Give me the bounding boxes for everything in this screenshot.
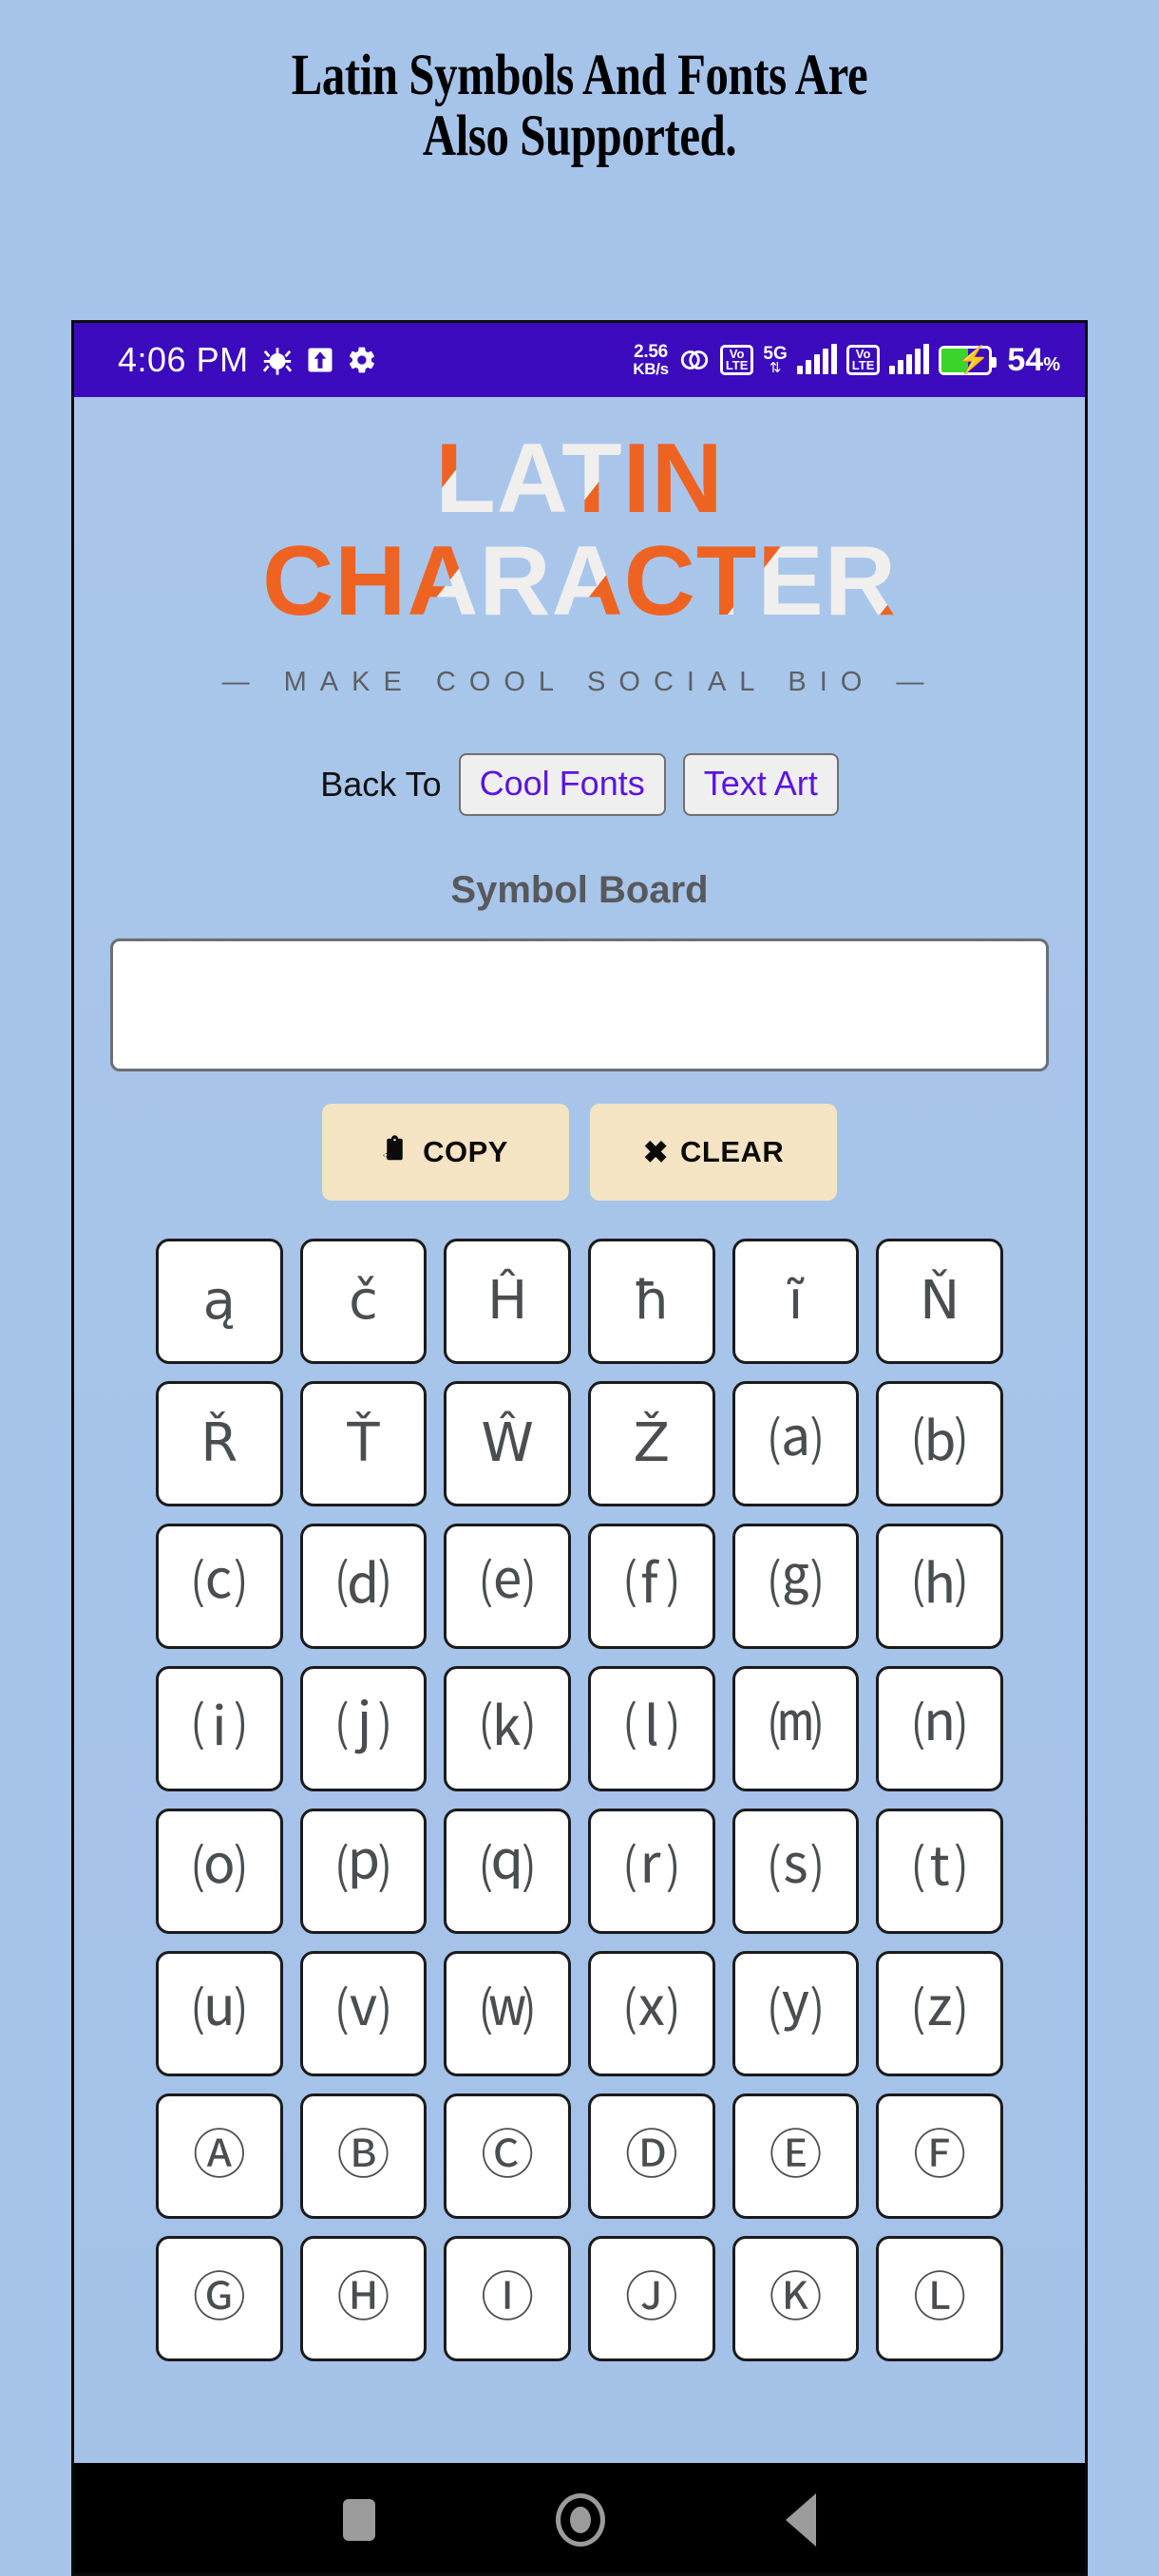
status-bar-right: 2.56 KB/s Vo LTE 5G ⇅ Vo LTE ⚡ 54% xyxy=(633,342,1060,379)
data-transfer-arrows-icon: ⇅ xyxy=(769,360,782,376)
symbol-tile[interactable]: ⒵ xyxy=(876,1950,1003,2076)
gear-icon xyxy=(347,345,377,375)
symbol-tile[interactable]: Ň xyxy=(876,1238,1003,1364)
home-button-icon[interactable] xyxy=(556,2492,605,2547)
network-speed-value: 2.56 xyxy=(634,342,668,362)
symbol-tile[interactable]: ⒡ xyxy=(588,1523,715,1649)
signal-bars-icon-1 xyxy=(796,344,837,374)
banner-heading: Latin Symbols And Fonts Are Also Support… xyxy=(0,0,1159,167)
text-art-button[interactable]: Text Art xyxy=(682,753,839,816)
volte-icon-1: Vo LTE xyxy=(719,345,754,375)
symbol-tile[interactable]: ⒣ xyxy=(876,1523,1003,1649)
symbol-tile[interactable]: Ⓗ xyxy=(299,2235,428,2361)
symbol-tile[interactable]: Ž xyxy=(588,1380,715,1506)
network-type-5g-indicator: 5G ⇅ xyxy=(763,345,787,375)
symbol-tile[interactable]: ⒰ xyxy=(156,1950,283,2076)
symbol-board-input[interactable] xyxy=(110,938,1049,1071)
symbol-tile[interactable]: Ĥ xyxy=(444,1238,571,1364)
symbol-tile[interactable]: Ⓘ xyxy=(444,2235,571,2361)
symbol-board-heading: Symbol Board xyxy=(450,868,709,911)
back-to-navigation: Back To Cool Fonts Text Art xyxy=(74,753,1085,816)
signal-bars-icon-2 xyxy=(889,344,930,374)
symbol-tile[interactable]: Ⓒ xyxy=(444,2093,571,2219)
status-bar: 4:06 PM 2.56 KB/s Vo LTE 5G ⇅ Vo LTE ⚡ 5… xyxy=(74,323,1085,397)
symbol-tile[interactable]: ⒩ xyxy=(876,1665,1003,1791)
symbol-tile[interactable]: ⒯ xyxy=(876,1808,1003,1934)
symbol-tile[interactable]: Ⓔ xyxy=(732,2093,860,2219)
recent-apps-button-icon[interactable] xyxy=(343,2498,375,2541)
symbol-tile[interactable]: č xyxy=(299,1238,428,1364)
android-navigation-bar xyxy=(74,2463,1085,2573)
clear-button-label: CLEAR xyxy=(680,1134,785,1168)
symbol-tile[interactable]: ⒴ xyxy=(732,1950,860,2076)
app-content: LATIN CHARACTER — MAKE COOL SOCIAL BIO —… xyxy=(74,397,1085,2463)
board-actions: COPY ✖ CLEAR xyxy=(74,1103,1085,1201)
network-speed-indicator: 2.56 KB/s xyxy=(633,343,669,377)
battery-charging-icon: ⚡ xyxy=(939,345,998,375)
hero-title-line-2: CHARACTER xyxy=(74,532,1085,631)
symbol-tile[interactable]: ⒜ xyxy=(732,1380,860,1506)
symbol-tile[interactable]: ⒥ xyxy=(299,1665,428,1791)
symbol-tile[interactable]: ⒤ xyxy=(156,1665,283,1791)
symbol-tile[interactable]: ⒠ xyxy=(444,1523,571,1649)
battery-percent-label: 54% xyxy=(1007,341,1060,378)
app-tagline: — MAKE COOL SOCIAL BIO — xyxy=(221,667,938,697)
sync-circles-icon xyxy=(678,344,711,376)
symbol-grid: ą č Ĥħ ĩ Ň Ř Ť Ŵ Ž ⒜ ⒝ ⒞ ⒟ ⒠ ⒡ ⒢ ⒣ ⒤ ⒥ ⒦ ⒧ ⒨ ⒩ ⒪ ⒫ ⒬ ⒭ ⒮ ⒯ ⒰ ⒱ ⒲ ⒳ ⒴ ⒵ Ⓐ Ⓑ Ⓒ Ⓓ… xyxy=(74,1238,1085,2361)
clipboard-paste-icon xyxy=(383,1134,411,1169)
symbol-tile[interactable]: ⒲ xyxy=(444,1950,571,2076)
symbol-tile[interactable]: ⒢ xyxy=(732,1523,860,1649)
symbol-tile[interactable]: Ⓕ xyxy=(876,2093,1003,2219)
symbol-tile[interactable]: Ⓐ xyxy=(156,2093,283,2219)
symbol-tile[interactable]: ⒭ xyxy=(588,1808,715,1934)
bug-icon xyxy=(261,344,294,376)
symbol-tile[interactable]: Ⓑ xyxy=(299,2093,428,2219)
symbol-tile[interactable]: Ř xyxy=(156,1380,283,1506)
symbol-tile[interactable]: ĩ xyxy=(732,1238,860,1364)
back-button-icon[interactable] xyxy=(786,2492,816,2547)
symbol-tile[interactable]: ⒮ xyxy=(732,1808,860,1934)
hero-title-line-1: LATIN xyxy=(74,429,1085,528)
symbol-tile[interactable]: ⒟ xyxy=(299,1523,428,1649)
symbol-tile[interactable]: ⒞ xyxy=(156,1523,283,1649)
copy-button-label: COPY xyxy=(423,1134,508,1168)
symbol-tile[interactable]: ⒫ xyxy=(299,1808,428,1934)
symbol-tile[interactable]: ⒳ xyxy=(588,1950,715,2076)
symbol-tile[interactable]: Ⓚ xyxy=(732,2235,860,2361)
symbol-tile[interactable]: Ⓛ xyxy=(876,2235,1003,2361)
phone-frame: 4:06 PM 2.56 KB/s Vo LTE 5G ⇅ Vo LTE ⚡ 5… xyxy=(71,320,1088,2576)
network-speed-unit: KB/s xyxy=(633,360,669,378)
clear-button[interactable]: ✖ CLEAR xyxy=(590,1103,837,1201)
symbol-tile[interactable]: ⒝ xyxy=(876,1380,1003,1506)
symbol-tile[interactable]: Ⓙ xyxy=(588,2235,715,2361)
copy-button[interactable]: COPY xyxy=(322,1103,569,1201)
symbol-tile[interactable]: ⒨ xyxy=(732,1665,860,1791)
status-bar-clock: 4:06 PM xyxy=(118,340,249,379)
status-bar-left: 4:06 PM xyxy=(118,340,377,380)
symbol-tile[interactable]: ⒱ xyxy=(299,1950,428,2076)
symbol-tile[interactable]: ⒦ xyxy=(444,1665,571,1791)
symbol-tile[interactable]: ħ xyxy=(588,1238,715,1364)
symbol-tile[interactable]: ⒪ xyxy=(156,1808,283,1934)
volte-icon-2: Vo LTE xyxy=(846,345,881,375)
symbol-tile[interactable]: Ť xyxy=(299,1380,428,1506)
banner-title-line-2: Also Supported. xyxy=(422,104,737,169)
symbol-tile[interactable]: Ŵ xyxy=(444,1380,571,1506)
symbol-tile[interactable]: ⒧ xyxy=(588,1665,715,1791)
symbol-tile[interactable]: Ⓖ xyxy=(156,2235,283,2361)
screenshot-root: Latin Symbols And Fonts Are Also Support… xyxy=(0,0,1159,2576)
app-hero-title: LATIN CHARACTER xyxy=(74,397,1085,631)
back-to-label: Back To xyxy=(320,764,442,804)
banner-title-line-1: Latin Symbols And Fonts Are xyxy=(291,44,868,107)
symbol-tile[interactable]: ⒬ xyxy=(444,1808,571,1934)
cool-fonts-button[interactable]: Cool Fonts xyxy=(458,753,666,816)
close-x-icon: ✖ xyxy=(642,1134,670,1169)
symbol-tile[interactable]: Ⓓ xyxy=(588,2093,715,2219)
symbol-tile[interactable]: ą xyxy=(156,1238,283,1364)
upload-arrow-icon xyxy=(306,346,334,374)
